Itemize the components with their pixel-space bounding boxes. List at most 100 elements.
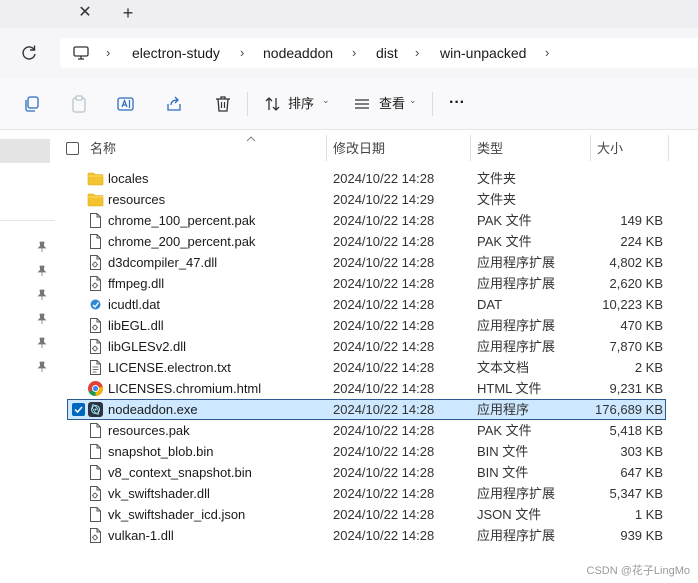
more-button[interactable]: ···	[445, 92, 469, 114]
column-header-size[interactable]: 大小	[597, 141, 623, 157]
sort-label: 排序	[288, 96, 315, 111]
address-bar-area: › electron-study › nodeaddon › dist › wi…	[0, 28, 698, 78]
file-row[interactable]: libEGL.dll 2024/10/22 14:28 应用程序扩展 470 KB	[55, 315, 698, 336]
toolbar-divider	[247, 92, 248, 116]
file-icon	[87, 506, 104, 523]
file-row[interactable]: LICENSES.chromium.html 2024/10/22 14:28 HT…	[55, 378, 698, 399]
exe-icon	[87, 401, 104, 418]
file-name: vk_swiftshader_icd.json	[108, 507, 246, 522]
breadcrumb-item-win-unpacked[interactable]: win-unpacked	[440, 45, 526, 61]
folder-icon	[87, 170, 104, 187]
file-row[interactable]: v8_context_snapshot.bin 2024/10/22 14:28 B…	[55, 462, 698, 483]
file-type: 应用程序	[477, 402, 530, 417]
computer-icon[interactable]	[72, 44, 90, 62]
pin-icon[interactable]	[36, 337, 48, 349]
pin-icon[interactable]	[36, 361, 48, 373]
copy-button[interactable]	[22, 94, 42, 114]
select-all-checkbox[interactable]	[66, 142, 79, 155]
file-size: 4,802 KB	[609, 255, 664, 270]
file-name: vulkan-1.dll	[108, 528, 174, 543]
dll-icon	[87, 275, 104, 292]
file-row[interactable]: snapshot_blob.bin 2024/10/22 14:28 BIN 文件 3…	[55, 441, 698, 462]
file-type: BIN 文件	[477, 444, 529, 459]
file-name: locales	[108, 171, 149, 186]
pin-icon[interactable]	[36, 265, 48, 277]
pin-icon[interactable]	[36, 241, 48, 253]
file-icon	[87, 212, 104, 229]
file-name: chrome_200_percent.pak	[108, 234, 256, 249]
file-modified-date: 2024/10/22 14:28	[333, 276, 435, 291]
close-tab-icon[interactable]: ✕	[76, 4, 94, 22]
delete-button[interactable]	[213, 94, 233, 114]
column-header-date[interactable]: 修改日期	[333, 141, 385, 157]
file-modified-date: 2024/10/22 14:28	[333, 486, 435, 501]
pin-icon[interactable]	[36, 289, 48, 301]
breadcrumb-separator[interactable]: ›	[545, 45, 549, 61]
nav-item-selected[interactable]	[0, 139, 50, 163]
breadcrumb-separator[interactable]: ›	[240, 45, 244, 61]
file-modified-date: 2024/10/22 14:28	[333, 360, 435, 375]
column-resize-handle[interactable]	[668, 135, 669, 161]
column-resize-handle[interactable]	[470, 135, 471, 161]
file-name: v8_context_snapshot.bin	[108, 465, 252, 480]
file-modified-date: 2024/10/22 14:28	[333, 255, 435, 270]
file-row[interactable]: ffmpeg.dll 2024/10/22 14:28 应用程序扩展 2,620 KB	[55, 273, 698, 294]
file-type: PAK 文件	[477, 213, 532, 228]
file-row[interactable]: LICENSE.electron.txt 2024/10/22 14:28 文本文档…	[55, 357, 698, 378]
file-row[interactable]: resources.pak 2024/10/22 14:28 PAK 文件 5,418…	[55, 420, 698, 441]
file-row[interactable]: resources 2024/10/22 14:29 文件夹	[55, 189, 698, 210]
column-header-type[interactable]: 类型	[477, 141, 503, 157]
breadcrumb-separator[interactable]: ›	[415, 45, 419, 61]
file-type: 文件夹	[477, 171, 517, 186]
rename-icon	[117, 97, 134, 111]
file-row[interactable]: icudtl.dat 2024/10/22 14:28 DAT 10,223 KB	[55, 294, 698, 315]
dat-icon	[87, 296, 104, 313]
breadcrumb[interactable]: › electron-study › nodeaddon › dist › wi…	[60, 38, 698, 68]
file-size: 939 KB	[620, 528, 663, 543]
breadcrumb-item-nodeaddon[interactable]: nodeaddon	[263, 45, 333, 61]
file-row[interactable]: vulkan-1.dll 2024/10/22 14:28 应用程序扩展 939 KB	[55, 525, 698, 546]
file-row[interactable]: chrome_200_percent.pak 2024/10/22 14:28 PA…	[55, 231, 698, 252]
file-modified-date: 2024/10/22 14:28	[333, 507, 435, 522]
file-row[interactable]: nodeaddon.exe 2024/10/22 14:28 应用程序 176,689…	[55, 399, 698, 420]
breadcrumb-item-electron-study[interactable]: electron-study	[132, 45, 220, 61]
column-resize-handle[interactable]	[590, 135, 591, 161]
file-size: 1 KB	[634, 507, 663, 522]
chevron-down-icon: ⌄	[322, 95, 330, 105]
file-name: vk_swiftshader.dll	[108, 486, 210, 501]
file-row[interactable]: locales 2024/10/22 14:28 文件夹	[55, 168, 698, 189]
breadcrumb-separator[interactable]: ›	[106, 45, 110, 61]
file-type: JSON 文件	[477, 507, 542, 522]
pin-icon[interactable]	[36, 313, 48, 325]
sort-button[interactable]: 排序 ⌄	[264, 90, 334, 118]
view-button[interactable]: 查看 ⌄	[353, 90, 423, 118]
navigation-pane	[0, 131, 55, 583]
watermark-text: CSDN @花子LingMo	[586, 565, 690, 577]
column-header-name[interactable]: 名称	[90, 141, 116, 157]
file-size: 5,347 KB	[609, 486, 664, 501]
file-size: 647 KB	[620, 465, 663, 480]
paste-button[interactable]	[69, 94, 89, 114]
nav-divider	[0, 220, 55, 221]
column-resize-handle[interactable]	[326, 135, 327, 161]
file-icon	[87, 422, 104, 439]
rename-button[interactable]	[116, 94, 136, 114]
refresh-button[interactable]	[18, 42, 40, 64]
file-row[interactable]: d3dcompiler_47.dll 2024/10/22 14:28 应用程序扩展…	[55, 252, 698, 273]
file-row[interactable]: libGLESv2.dll 2024/10/22 14:28 应用程序扩展 7,870…	[55, 336, 698, 357]
row-checkbox-checked[interactable]	[72, 403, 85, 416]
check-icon	[74, 406, 83, 414]
file-size: 224 KB	[620, 234, 663, 249]
file-name: snapshot_blob.bin	[108, 444, 214, 459]
breadcrumb-separator[interactable]: ›	[352, 45, 356, 61]
share-button[interactable]	[164, 94, 184, 114]
file-row[interactable]: vk_swiftshader.dll 2024/10/22 14:28 应用程序扩展…	[55, 483, 698, 504]
sort-icon	[265, 97, 280, 111]
file-row[interactable]: vk_swiftshader_icd.json 2024/10/22 14:28 J…	[55, 504, 698, 525]
breadcrumb-item-dist[interactable]: dist	[376, 45, 398, 61]
file-size: 10,223 KB	[602, 297, 663, 312]
new-tab-button[interactable]: +	[119, 4, 137, 22]
view-label: 查看	[379, 96, 406, 111]
file-row[interactable]: chrome_100_percent.pak 2024/10/22 14:28 PA…	[55, 210, 698, 231]
file-type: 应用程序扩展	[477, 339, 556, 354]
